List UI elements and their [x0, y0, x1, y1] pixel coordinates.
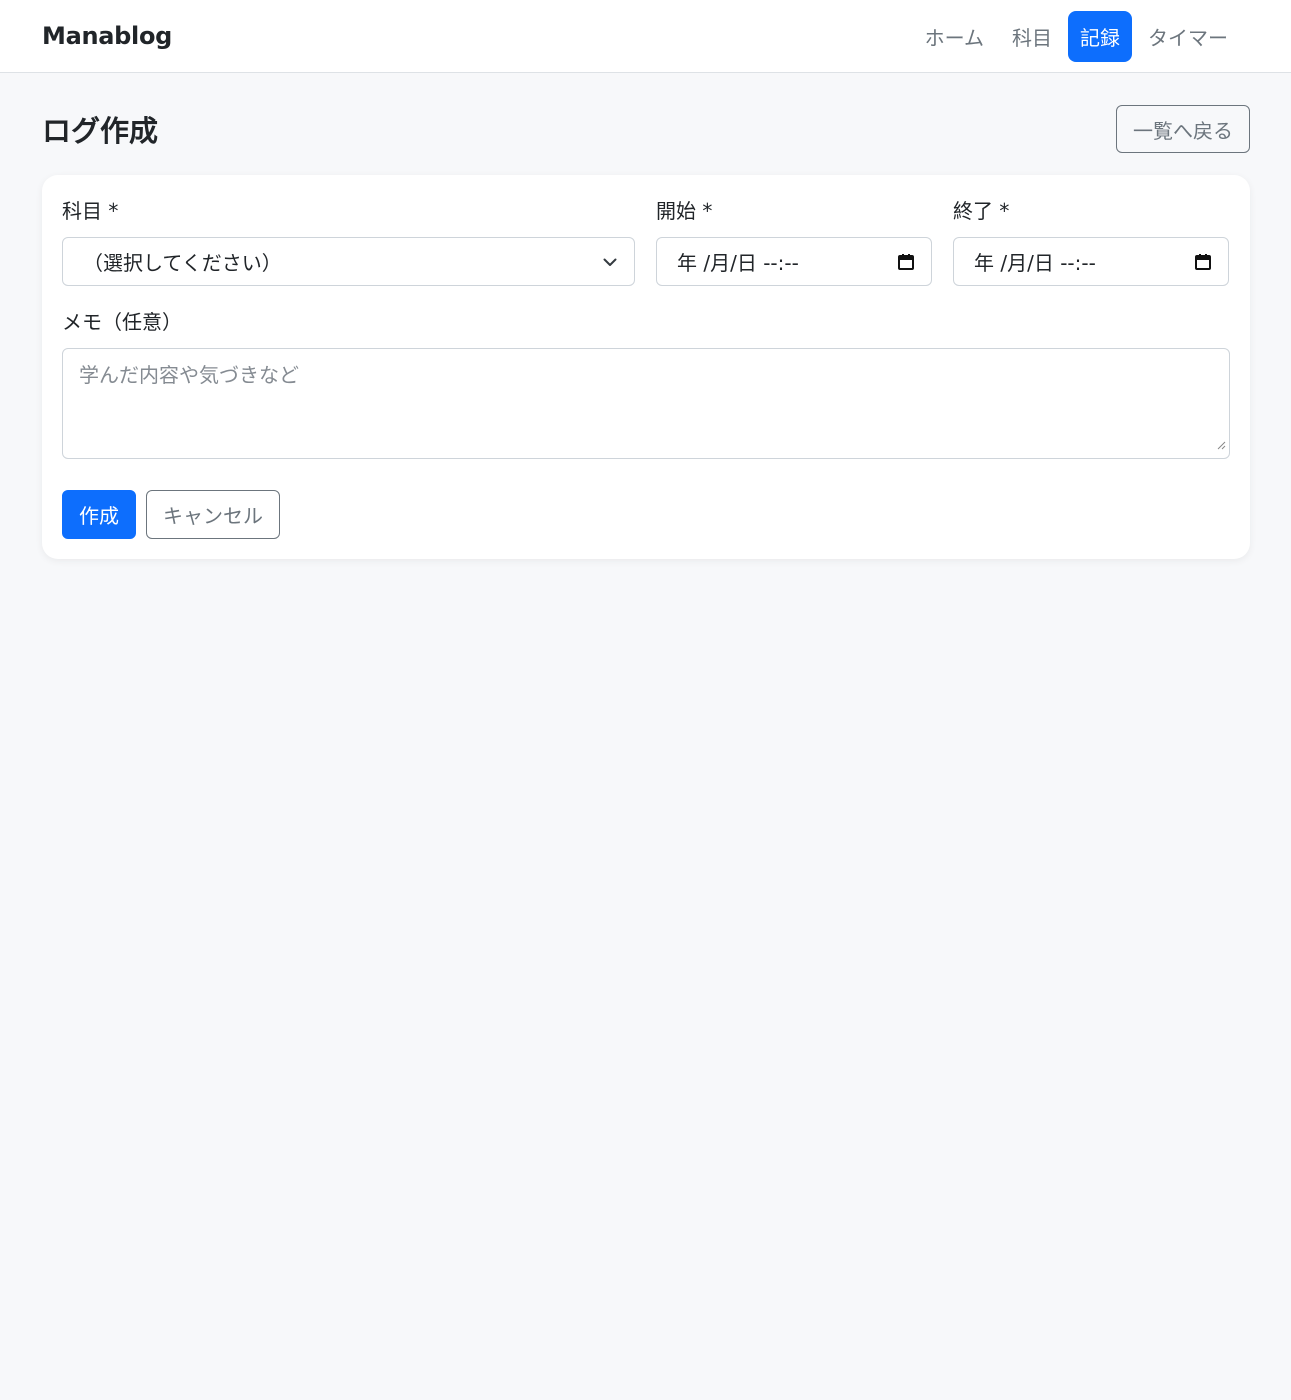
nav-home[interactable]: ホーム: [913, 11, 996, 62]
start-group: 開始 * 年 /月/日 --:--: [656, 197, 932, 286]
start-datetime-input[interactable]: 年 /月/日 --:--: [656, 237, 932, 286]
end-datetime-input[interactable]: 年 /月/日 --:--: [953, 237, 1229, 286]
log-form-card: 科目 * （選択してください） 開始 * 年 /月/日 --:-- 終了 * 年…: [42, 175, 1250, 559]
end-datetime-value: 年 /月/日 --:--: [974, 251, 1096, 275]
nav-timer[interactable]: タイマー: [1136, 11, 1240, 62]
start-datetime-value: 年 /月/日 --:--: [677, 251, 799, 275]
chevron-down-icon: [602, 254, 618, 270]
page-title: ログ作成: [42, 114, 159, 148]
subject-label: 科目 *: [62, 199, 119, 223]
subject-select-value: （選択してください）: [83, 251, 282, 275]
top-navbar: Manablog ホーム 科目 記録 タイマー: [0, 0, 1291, 73]
memo-textarea[interactable]: 学んだ内容や気づきなど: [62, 348, 1230, 459]
main-content: ログ作成 一覧へ戻る 科目 * （選択してください） 開始 * 年 /月/日 -…: [0, 105, 1291, 559]
subject-select[interactable]: （選択してください）: [62, 237, 635, 286]
nav-records[interactable]: 記録: [1068, 10, 1132, 62]
end-group: 終了 * 年 /月/日 --:--: [953, 197, 1229, 286]
memo-label: メモ（任意）: [62, 310, 182, 334]
page-header: ログ作成 一覧へ戻る: [42, 105, 1250, 153]
subject-group: 科目 * （選択してください）: [62, 197, 635, 286]
memo-placeholder: 学んだ内容や気づきなど: [79, 363, 299, 387]
form-row-top: 科目 * （選択してください） 開始 * 年 /月/日 --:-- 終了 * 年…: [62, 197, 1230, 286]
end-label: 終了 *: [953, 199, 1010, 223]
main-nav: ホーム 科目 記録 タイマー: [913, 10, 1240, 62]
brand-logo[interactable]: Manablog: [42, 22, 172, 50]
start-label: 開始 *: [656, 199, 713, 223]
calendar-icon[interactable]: [897, 253, 915, 271]
cancel-button[interactable]: キャンセル: [146, 490, 280, 539]
create-button[interactable]: 作成: [62, 490, 136, 539]
form-actions: 作成 キャンセル: [62, 490, 1230, 539]
back-to-list-button[interactable]: 一覧へ戻る: [1116, 105, 1250, 153]
calendar-icon[interactable]: [1194, 253, 1212, 271]
memo-group: メモ（任意） 学んだ内容や気づきなど: [62, 308, 1230, 459]
resize-handle-icon[interactable]: [1217, 431, 1226, 455]
nav-subjects[interactable]: 科目: [1000, 11, 1064, 62]
